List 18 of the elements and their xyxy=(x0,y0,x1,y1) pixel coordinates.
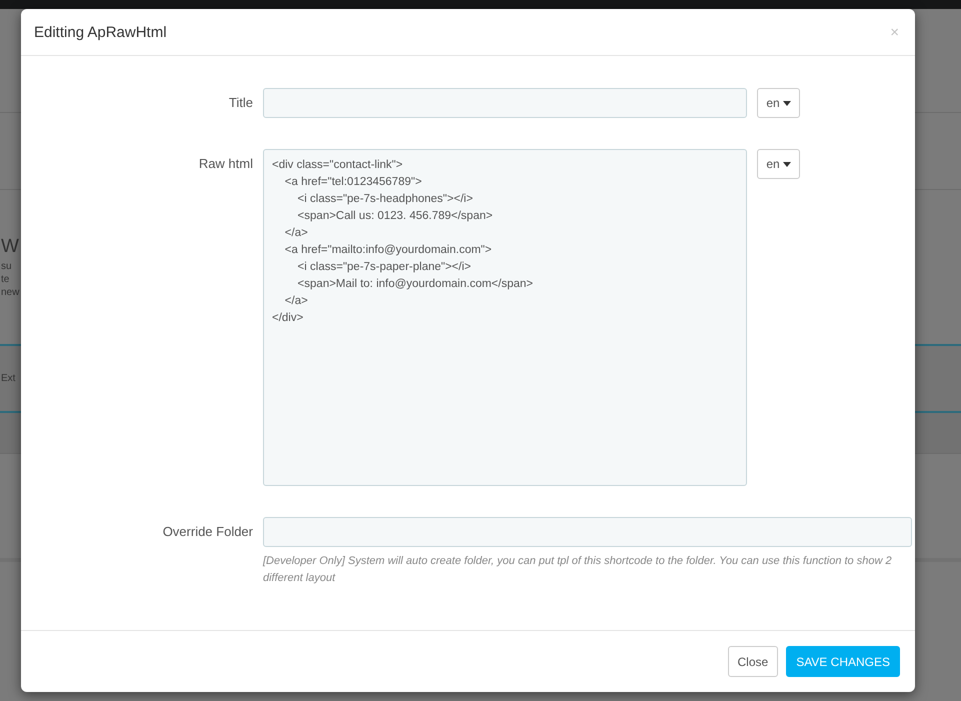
text-fragment: su xyxy=(0,260,12,274)
text-fragment: te xyxy=(0,273,10,286)
field-label: Title xyxy=(228,94,253,112)
text-input[interactable] xyxy=(263,517,912,547)
code-textarea[interactable]: <div class="contact-link"> <a href="tel:0123456789"> <i class="pe-7s-headphones"></i> <span>Call us: 0123. 456.789</span> </a> <a href="mailto:info@yourdomain.com"> <i class="pe-7s-paper-plane"></i> <span>Mail to: info@yourdomain.com</span> </a> </div> xyxy=(263,149,747,486)
close-button[interactable]: Close xyxy=(728,646,778,677)
modal-title: Editting ApRawHtml xyxy=(34,24,167,40)
text-fragment: Ext xyxy=(0,372,16,386)
text-input[interactable] xyxy=(263,88,747,118)
heading-fragment: W xyxy=(0,235,19,260)
caret-icon xyxy=(782,162,791,166)
caret-icon xyxy=(782,100,791,106)
help-text: [Developer Only] System will auto create folder, you can put tpl of this shortcode to the folder. You can use this function to show 2 different layout xyxy=(263,554,893,586)
text-fragment: new xyxy=(0,286,20,300)
field-label: Override Folder xyxy=(162,523,253,541)
field-label: Raw html xyxy=(198,155,253,173)
language-dropdown[interactable]: en xyxy=(757,149,800,179)
language-dropdown[interactable]: en xyxy=(757,88,800,118)
